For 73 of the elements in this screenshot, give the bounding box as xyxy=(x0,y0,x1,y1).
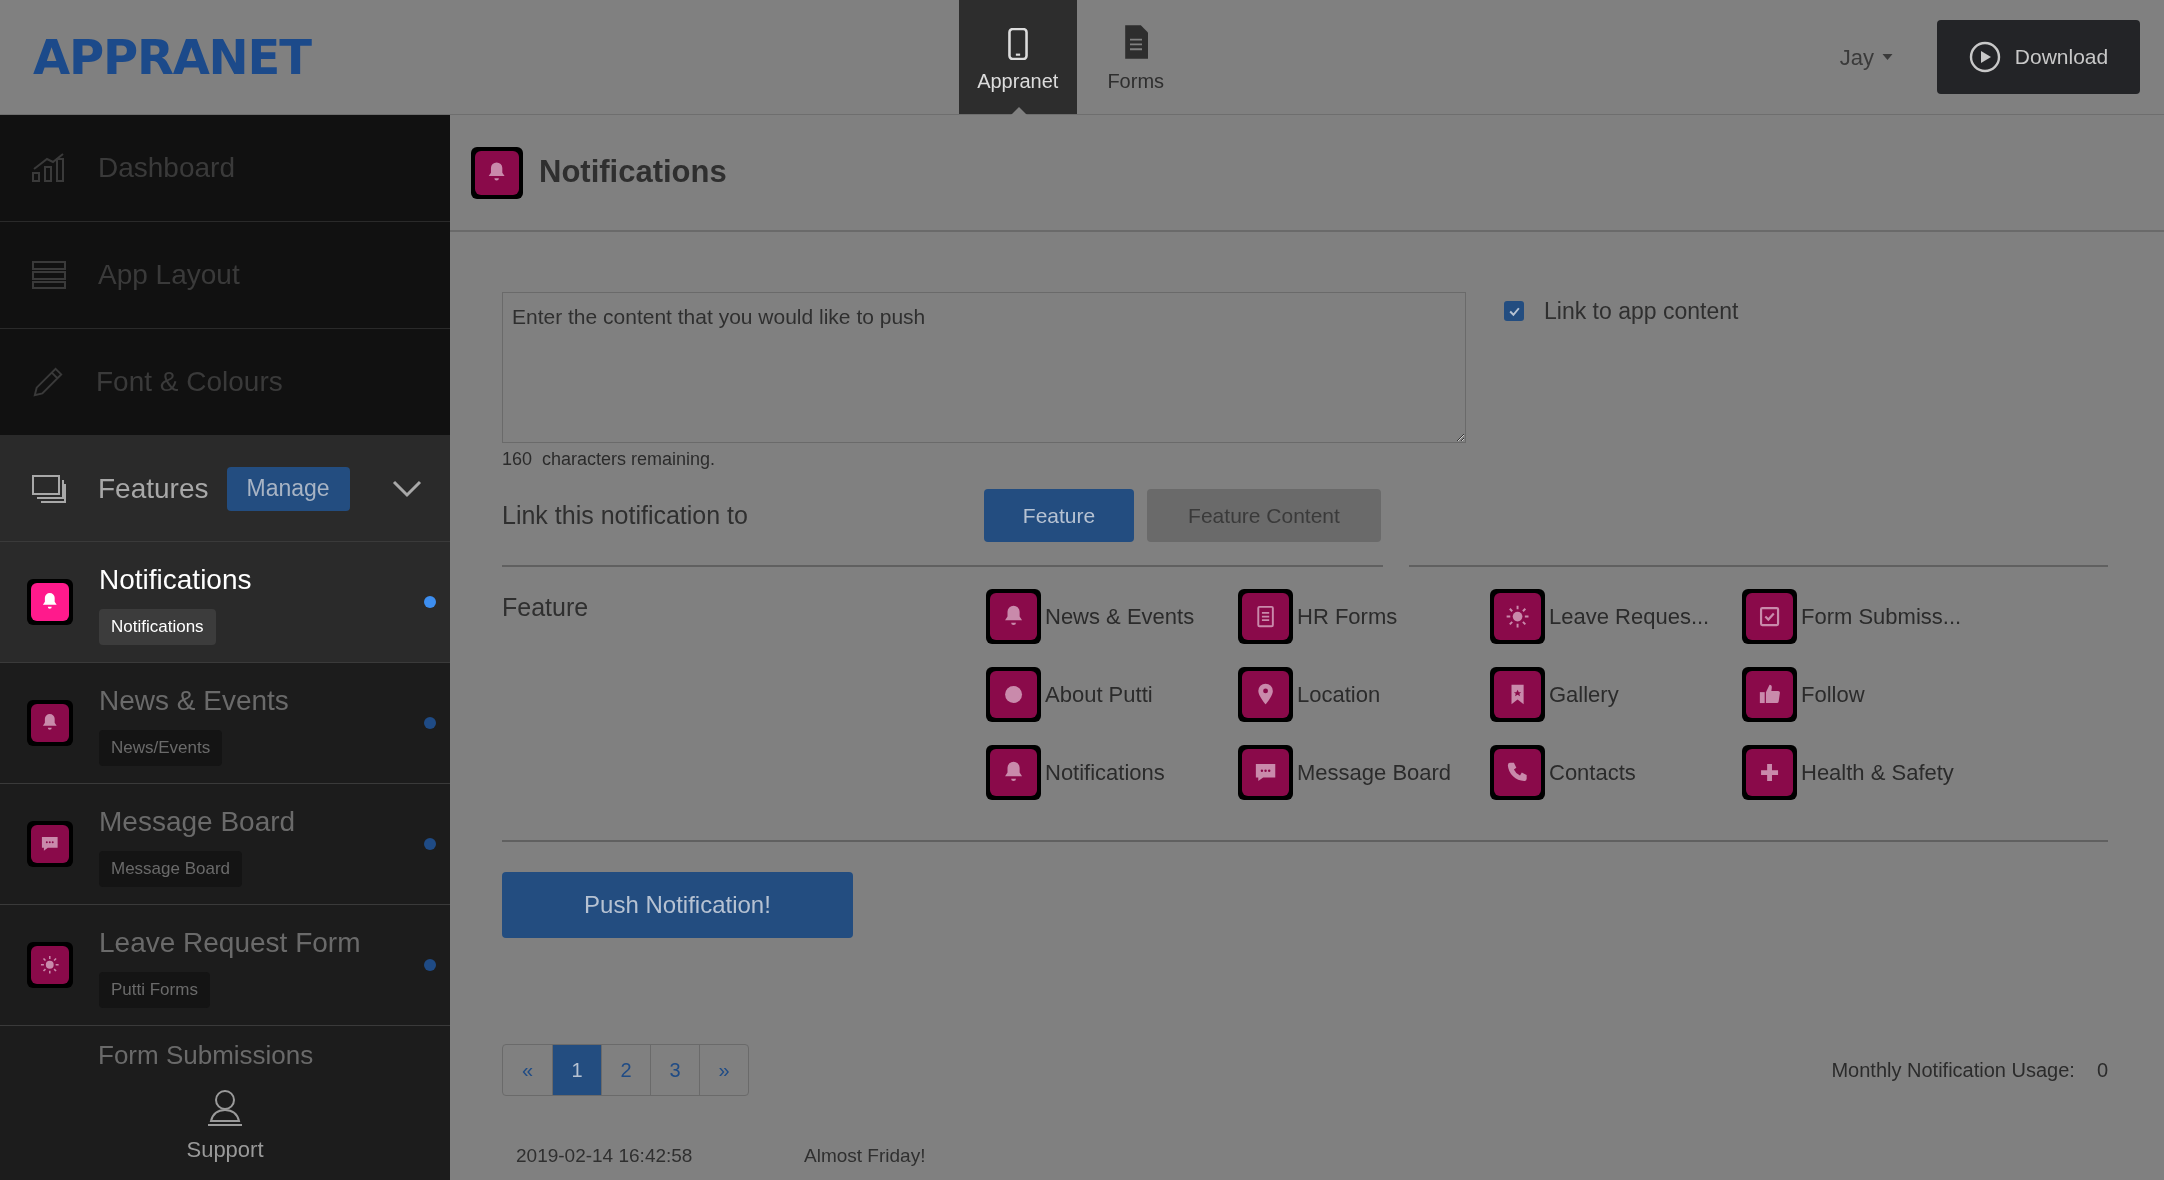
play-icon xyxy=(1968,41,2001,73)
tab-pointer xyxy=(1010,107,1027,115)
list-layout-icon xyxy=(31,260,67,290)
bell-icon xyxy=(986,589,1041,644)
feature-option[interactable]: Gallery xyxy=(1490,667,1742,722)
feature-option[interactable]: Location xyxy=(1238,667,1490,722)
page-link[interactable]: » xyxy=(699,1045,748,1095)
features-label: Features xyxy=(98,471,209,506)
chevron-down-icon[interactable] xyxy=(392,479,422,498)
chat-bubble-icon xyxy=(1238,745,1293,800)
notepad-icon xyxy=(1238,589,1293,644)
page-link[interactable]: 2 xyxy=(601,1045,650,1095)
chat-bubble-icon xyxy=(27,821,73,867)
stacked-windows-icon xyxy=(31,473,67,504)
feature-option[interactable]: Contacts xyxy=(1490,745,1742,800)
sun-icon xyxy=(1490,589,1545,644)
user-menu[interactable]: Jay xyxy=(1839,40,1893,74)
download-button[interactable]: Download xyxy=(1937,20,2140,94)
feature-option[interactable]: News & Events xyxy=(986,589,1238,644)
bookmark-icon xyxy=(1490,667,1545,722)
push-notification-button[interactable]: Push Notification! xyxy=(502,872,853,938)
feature-option[interactable]: Leave Reques... xyxy=(1490,589,1742,644)
feature-label: Feature xyxy=(502,592,590,623)
bell-icon xyxy=(27,579,73,625)
feature-option[interactable]: Message Board xyxy=(1238,745,1490,800)
phone-device-icon xyxy=(1006,28,1029,60)
map-pin-icon xyxy=(1238,667,1293,722)
bell-icon xyxy=(471,146,523,199)
message-field[interactable]: Enter the content that you would like to push xyxy=(502,292,1466,443)
page-link[interactable]: 1 xyxy=(552,1045,601,1095)
page-title: Notifications xyxy=(539,153,727,192)
feature-title: Notifications xyxy=(99,563,252,598)
thumbs-up-icon xyxy=(1742,667,1797,722)
checkbox[interactable] xyxy=(1504,301,1524,322)
feature-option[interactable]: Notifications xyxy=(986,745,1238,800)
link-type-button[interactable]: Feature xyxy=(984,489,1134,542)
feature-title: Message Board xyxy=(99,805,296,840)
link-label: Link this notification to xyxy=(502,499,749,531)
feature-tag: Putti Forms xyxy=(99,972,210,1008)
characters-remaining: 160 characters remaining. xyxy=(502,448,717,471)
logo[interactable]: APPRANET xyxy=(33,21,311,93)
phone-icon xyxy=(1490,745,1545,800)
checkbox-icon xyxy=(1742,589,1797,644)
feature-title: News & Events xyxy=(99,684,289,719)
history-message: Almost Friday! xyxy=(804,1144,926,1168)
sun-icon xyxy=(27,942,73,988)
features-header[interactable]: Features Manage xyxy=(0,436,450,542)
feature-title: Form Submissions xyxy=(98,1040,314,1066)
checkbox-label: Link to app content xyxy=(1544,297,1739,326)
manage-button[interactable]: Manage xyxy=(226,466,350,511)
feature-tag: Notifications xyxy=(99,609,216,645)
bar-chart-icon xyxy=(31,153,67,183)
feature-option[interactable]: About Putti xyxy=(986,667,1238,722)
plus-icon xyxy=(1742,745,1797,800)
feature-title: Leave Request Form xyxy=(99,926,361,961)
nav-tab[interactable]: Forms xyxy=(1076,0,1195,114)
usage-value: 0 xyxy=(2096,1058,2108,1083)
feature-option[interactable]: Health & Safety xyxy=(1742,745,1994,800)
feature-option[interactable]: Form Submiss... xyxy=(1742,589,1994,644)
feature-tag: Message Board xyxy=(99,851,243,887)
nav-tab[interactable]: Appranet xyxy=(958,0,1077,114)
bell-icon xyxy=(986,745,1041,800)
page-link[interactable]: « xyxy=(503,1045,552,1095)
usage-label: Monthly Notification Usage: xyxy=(1831,1058,2075,1083)
bell-icon xyxy=(27,700,73,746)
feature-tag: News/Events xyxy=(99,730,223,766)
caret-icon xyxy=(1882,54,1893,60)
pencil-icon xyxy=(31,365,65,399)
history-date: 2019-02-14 16:42:58 xyxy=(516,1144,694,1168)
feature-option[interactable]: Follow xyxy=(1742,667,1994,722)
feature-list-item[interactable]: Notifications Notifications xyxy=(0,542,450,663)
feature-option[interactable]: HR Forms xyxy=(1238,589,1490,644)
page-link[interactable]: 3 xyxy=(650,1045,699,1095)
